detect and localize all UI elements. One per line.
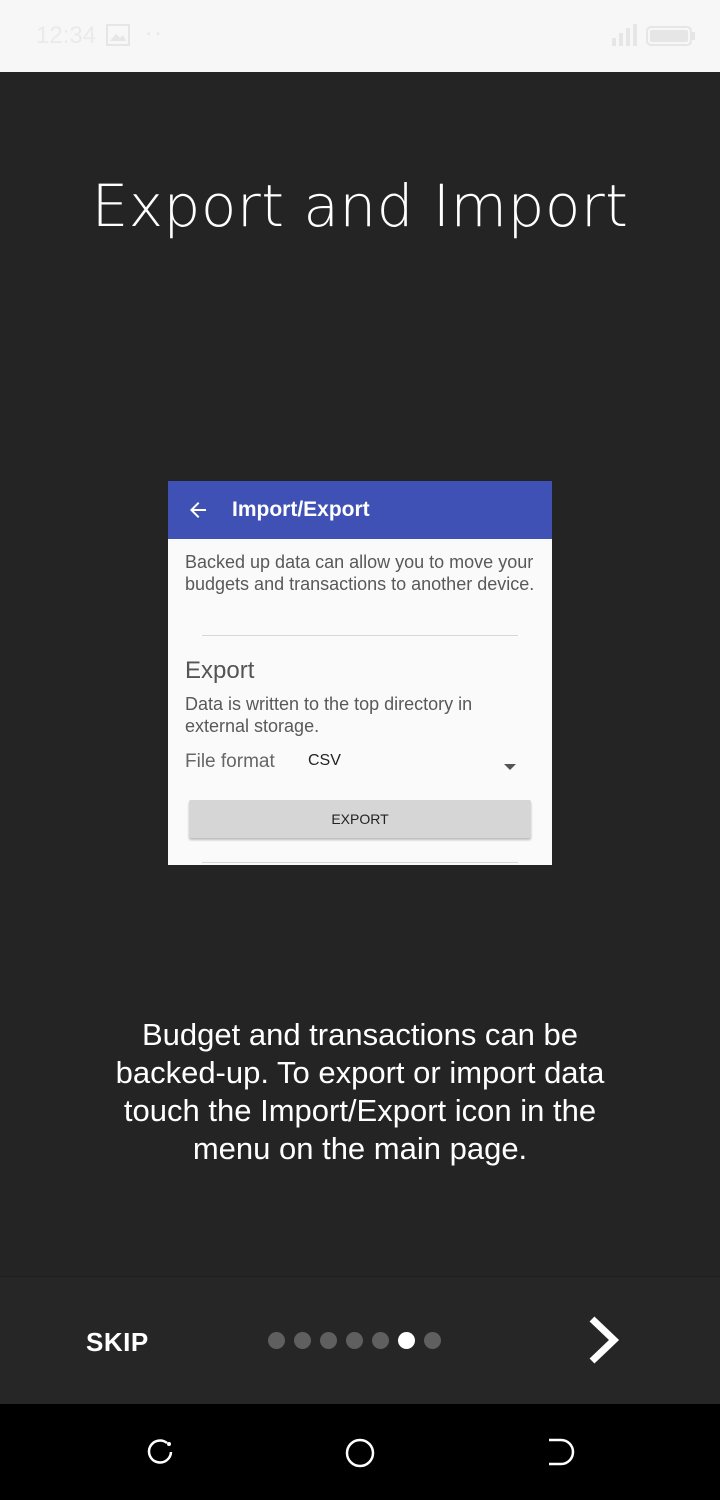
feature-screenshot: Import/Export Backed up data can allow y… xyxy=(168,481,552,865)
recents-icon[interactable] xyxy=(145,1437,175,1472)
page-title: Export and Import xyxy=(91,172,629,240)
signal-icon xyxy=(612,24,638,51)
screenshot-export-description: Data is written to the top directory in … xyxy=(185,694,473,736)
more-dots-icon: ·· xyxy=(145,20,164,45)
next-button[interactable] xyxy=(584,1315,624,1370)
page-dot[interactable] xyxy=(346,1332,363,1349)
system-navigation-bar xyxy=(0,1404,720,1500)
screenshot-toolbar: Import/Export xyxy=(168,481,552,539)
page-dot-active[interactable] xyxy=(398,1332,415,1349)
skip-button[interactable]: SKIP xyxy=(86,1327,149,1358)
divider xyxy=(202,862,518,863)
intro-bottom-bar: SKIP xyxy=(0,1276,720,1405)
page-dot[interactable] xyxy=(294,1332,311,1349)
screenshot-intro-text: Backed up data can allow you to move you… xyxy=(185,552,535,594)
screenshot-toolbar-title: Import/Export xyxy=(232,498,370,521)
back-arrow-icon xyxy=(186,498,210,527)
status-bar: 12:34 ·· xyxy=(0,0,720,72)
back-icon[interactable] xyxy=(545,1437,575,1472)
divider xyxy=(202,635,518,636)
screenshot-export-heading: Export xyxy=(185,657,255,684)
page-dot[interactable] xyxy=(320,1332,337,1349)
chevron-right-icon xyxy=(589,1316,620,1364)
status-time: 12:34 xyxy=(36,22,97,49)
dropdown-arrow-icon xyxy=(504,758,516,776)
screenshot-file-format-label: File format xyxy=(185,751,275,772)
image-icon xyxy=(106,24,130,51)
battery-icon xyxy=(646,26,696,51)
page-dot[interactable] xyxy=(424,1332,441,1349)
page-dot[interactable] xyxy=(268,1332,285,1349)
screenshot-export-button: EXPORT xyxy=(189,800,531,838)
intro-slide: Export and Import Import/Export Backed u… xyxy=(0,72,720,1276)
home-icon[interactable] xyxy=(344,1437,376,1474)
screenshot-file-format-value: CSV xyxy=(308,752,341,769)
slide-description: Budget and transactions can be backed-up… xyxy=(115,1017,605,1166)
page-dot[interactable] xyxy=(372,1332,389,1349)
